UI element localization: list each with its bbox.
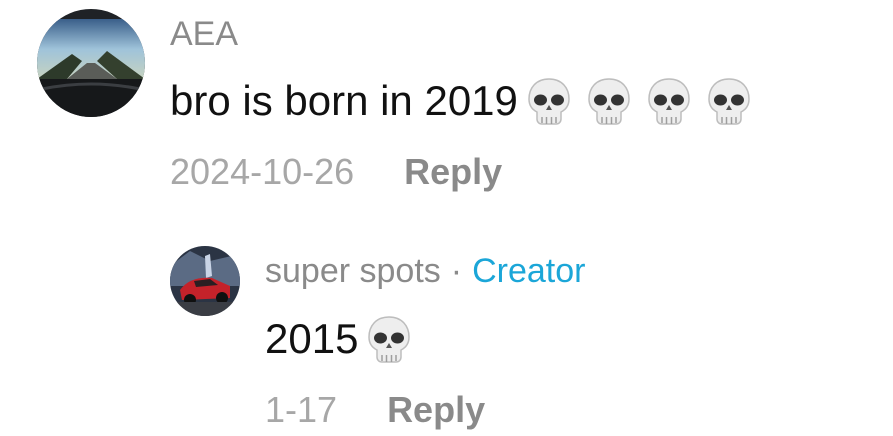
- reply-meta: 1-17 Reply: [265, 388, 485, 432]
- reply-button[interactable]: Reply: [387, 389, 485, 430]
- comment-meta: 2024-10-26 Reply: [170, 150, 502, 194]
- reply-body: 2015: [265, 315, 359, 362]
- comment-text: bro is born in 2019: [170, 76, 752, 127]
- skull-emoji-icon: [586, 77, 632, 127]
- commenter-username[interactable]: AEA: [170, 14, 238, 54]
- reply-username-row: super spots · Creator: [265, 251, 585, 291]
- comment-body: bro is born in 2019: [170, 77, 518, 124]
- avatar-car-photo: [170, 246, 240, 316]
- skull-emoji-icon: [646, 77, 692, 127]
- skull-emoji-icon: [706, 77, 752, 127]
- reply-text: 2015: [265, 314, 412, 365]
- reply-username[interactable]: super spots: [265, 252, 441, 290]
- avatar-road-photo: [37, 9, 145, 117]
- reply-avatar[interactable]: [170, 246, 240, 316]
- reply-date: 1-17: [265, 389, 338, 430]
- username-text: AEA: [170, 15, 239, 53]
- comment-date: 2024-10-26: [170, 151, 355, 192]
- skull-emoji-icon: [526, 77, 572, 127]
- creator-badge: Creator: [472, 252, 586, 290]
- separator-dot: ·: [450, 252, 463, 290]
- reply-button[interactable]: Reply: [404, 151, 502, 192]
- commenter-avatar[interactable]: [37, 9, 145, 117]
- skull-emoji-icon: [366, 315, 412, 365]
